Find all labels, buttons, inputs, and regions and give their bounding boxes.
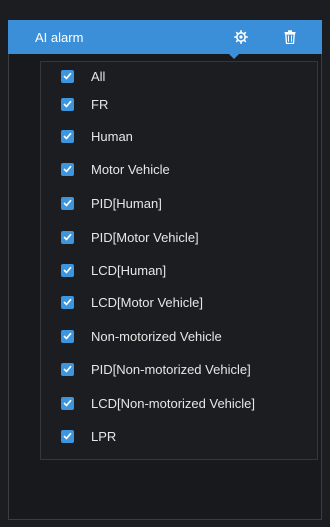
option-label: Human xyxy=(91,128,133,144)
checkbox-checked-icon[interactable] xyxy=(61,295,74,309)
option-pid-motor-vehicle[interactable]: PID[Motor Vehicle] xyxy=(61,227,199,247)
checkbox-checked-icon[interactable] xyxy=(61,196,74,210)
option-label: Non-motorized Vehicle xyxy=(91,328,222,344)
checkbox-checked-icon[interactable] xyxy=(61,69,74,83)
checkbox-checked-icon[interactable] xyxy=(61,162,74,176)
option-label: LCD[Non-motorized Vehicle] xyxy=(91,395,256,411)
option-label: PID[Human] xyxy=(91,195,162,211)
gear-icon[interactable] xyxy=(232,28,250,46)
checkbox-checked-icon[interactable] xyxy=(61,362,74,376)
option-label: PID[Non-motorized Vehicle] xyxy=(91,361,251,377)
option-label: PID[Motor Vehicle] xyxy=(91,229,199,245)
checkbox-checked-icon[interactable] xyxy=(61,263,74,277)
option-label: Motor Vehicle xyxy=(91,161,170,177)
option-lpr[interactable]: LPR xyxy=(61,426,116,446)
panel-header[interactable]: AI alarm xyxy=(8,20,322,54)
checkbox-checked-icon[interactable] xyxy=(61,329,74,343)
checkbox-checked-icon[interactable] xyxy=(61,97,74,111)
option-lcd-motor-vehicle[interactable]: LCD[Motor Vehicle] xyxy=(61,292,203,312)
dropdown-pointer xyxy=(229,54,239,59)
checkbox-checked-icon[interactable] xyxy=(61,396,74,410)
option-human[interactable]: Human xyxy=(61,126,133,146)
panel-title: AI alarm xyxy=(35,29,84,45)
option-fr[interactable]: FR xyxy=(61,94,108,114)
option-all[interactable]: All xyxy=(61,66,105,86)
option-label: LPR xyxy=(91,428,117,444)
ai-alarm-panel: AI alarm All FR Human Motor Vehicle PID[… xyxy=(0,0,330,527)
checkbox-checked-icon[interactable] xyxy=(61,429,74,443)
checkbox-checked-icon[interactable] xyxy=(61,230,74,244)
option-label: FR xyxy=(91,96,109,112)
option-pid-non-motorized-vehicle[interactable]: PID[Non-motorized Vehicle] xyxy=(61,359,251,379)
option-label: LCD[Motor Vehicle] xyxy=(91,294,203,310)
option-label: LCD[Human] xyxy=(91,262,167,278)
option-lcd-human[interactable]: LCD[Human] xyxy=(61,260,166,280)
option-non-motorized-vehicle[interactable]: Non-motorized Vehicle xyxy=(61,326,222,346)
option-pid-human[interactable]: PID[Human] xyxy=(61,193,162,213)
ai-alarm-type-dropdown: All FR Human Motor Vehicle PID[Human] PI… xyxy=(40,61,318,460)
option-label: All xyxy=(91,68,106,84)
option-motor-vehicle[interactable]: Motor Vehicle xyxy=(61,159,170,179)
trash-icon[interactable] xyxy=(281,28,299,46)
checkbox-checked-icon[interactable] xyxy=(61,129,74,143)
option-lcd-non-motorized-vehicle[interactable]: LCD[Non-motorized Vehicle] xyxy=(61,393,255,413)
